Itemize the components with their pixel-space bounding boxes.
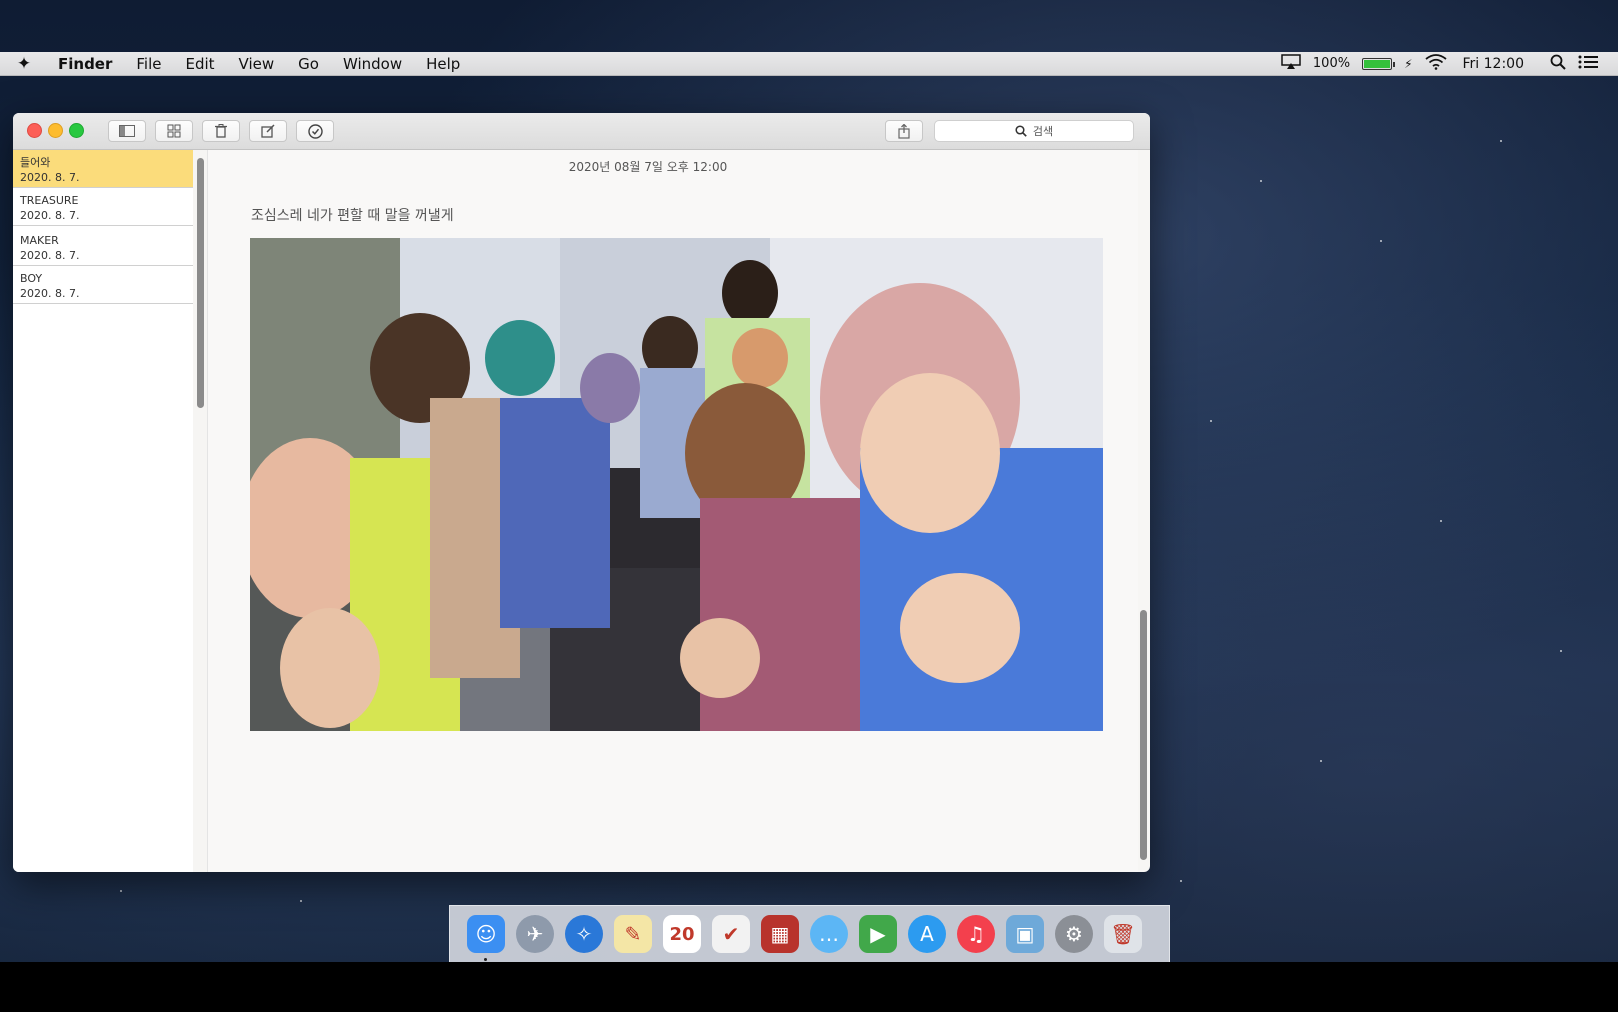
search-icon [1015, 125, 1027, 137]
messages-glyph: … [819, 922, 839, 946]
notes-glyph: ✎ [624, 922, 642, 946]
facetime-icon[interactable]: ▶ [859, 915, 897, 953]
reminders-glyph: ✔ [722, 922, 740, 946]
menu-window[interactable]: Window [343, 55, 402, 73]
note-editor-scroll-thumb[interactable] [1140, 610, 1147, 860]
note-title: TREASURE [20, 194, 79, 207]
menu-help[interactable]: Help [426, 55, 460, 73]
note-date: 2020. 8. 7. [20, 249, 80, 262]
system-preferences-icon[interactable]: ⚙ [1055, 915, 1093, 953]
photo-booth-glyph: ▦ [770, 922, 790, 946]
notes-search-field[interactable]: 검색 [934, 120, 1134, 142]
finder-icon[interactable]: ☺ [467, 915, 505, 961]
launchpad-glyph: ✈ [526, 922, 544, 946]
note-list-item[interactable]: MAKER 2020. 8. 7. [13, 228, 193, 266]
app-store-glyph: A [920, 922, 934, 946]
menu-go[interactable]: Go [298, 55, 319, 73]
note-title: BOY [20, 272, 43, 285]
new-note-button[interactable] [249, 120, 287, 142]
status-area: 100% ⚡ Fri 12:00 [1281, 52, 1598, 75]
grid-icon [167, 124, 181, 138]
note-photo [250, 238, 1103, 731]
menu-view[interactable]: View [239, 55, 275, 73]
share-icon [898, 123, 910, 139]
trash-icon[interactable]: 🗑 [1104, 915, 1142, 953]
safari-glyph: ✧ [575, 922, 593, 946]
note-timestamp: 2020년 08월 7일 오후 12:00 [568, 160, 728, 174]
note-editor[interactable]: 2020년 08월 7일 오후 12:00 조심스레 네가 편할 때 말을 꺼낼… [208, 150, 1138, 872]
menu-bar: ✦ Finder File Edit View Go Window Help 1… [0, 52, 1618, 76]
trash-icon [215, 124, 227, 138]
search-placeholder: 검색 [1032, 125, 1054, 138]
clock[interactable]: Fri 12:00 [1463, 56, 1524, 72]
battery-icon[interactable] [1362, 57, 1396, 70]
menu-edit[interactable]: Edit [185, 55, 214, 73]
apple-menu-icon[interactable]: ✦ [16, 54, 32, 74]
checklist-button[interactable] [296, 120, 334, 142]
messages-icon[interactable]: … [810, 915, 848, 953]
photo-booth-icon[interactable]: ▦ [761, 915, 799, 953]
dock: ☺ ✈ ✧ ✎ 20 ✔ ▦ … ▶ A ♫ ▣ ⚙ 🗑 [449, 905, 1170, 962]
running-indicator [484, 958, 487, 961]
note-date: 2020. 8. 7. [20, 171, 80, 184]
zoom-window-button[interactable] [69, 123, 84, 138]
note-title: MAKER [20, 234, 59, 247]
music-glyph: ♫ [967, 922, 985, 946]
trash-glyph: 🗑 [1110, 922, 1136, 946]
note-list-item[interactable]: TREASURE 2020. 8. 7. [13, 188, 193, 226]
window-toolbar: 검색 [13, 113, 1150, 150]
notes-window: 검색 들어와 2020. 8. 7. TREASURE 2020. 8. 7. … [13, 113, 1150, 872]
note-date: 2020. 8. 7. [20, 209, 80, 222]
checkmark-circle-icon [307, 123, 323, 139]
calendar-icon[interactable]: 20 [663, 915, 701, 953]
delete-note-button[interactable] [202, 120, 240, 142]
spotlight-search-icon[interactable] [1550, 54, 1566, 74]
music-icon[interactable]: ♫ [957, 915, 995, 953]
launchpad-icon[interactable]: ✈ [516, 915, 554, 953]
close-window-button[interactable] [27, 123, 42, 138]
notes-icon[interactable]: ✎ [614, 915, 652, 953]
notes-list-scroll-thumb[interactable] [197, 158, 204, 408]
charging-bolt-icon: ⚡ [1404, 56, 1413, 71]
battery-percent: 100% [1312, 56, 1351, 71]
gallery-view-button[interactable] [155, 120, 193, 142]
reminders-icon[interactable]: ✔ [712, 915, 750, 953]
calendar-glyph: 20 [669, 923, 695, 945]
wifi-icon[interactable] [1424, 53, 1447, 74]
note-date: 2020. 8. 7. [20, 287, 80, 300]
note-list-item[interactable]: 들어와 2020. 8. 7. [13, 150, 193, 188]
minimize-window-button[interactable] [48, 123, 63, 138]
sidebar-icon [119, 125, 135, 137]
note-list-item[interactable]: BOY 2020. 8. 7. [13, 266, 193, 304]
note-title: 들어와 [20, 156, 51, 169]
compose-icon [261, 124, 275, 138]
menu-finder[interactable]: Finder [58, 55, 112, 73]
system-preferences-glyph: ⚙ [1065, 922, 1083, 946]
notes-list-scrollbar[interactable] [193, 150, 208, 872]
airplay-icon[interactable] [1281, 53, 1301, 74]
app-store-icon[interactable]: A [908, 915, 946, 953]
toggle-sidebar-button[interactable] [108, 120, 146, 142]
preview-glyph: ▣ [1015, 922, 1035, 946]
facetime-glyph: ▶ [870, 922, 886, 946]
finder-glyph: ☺ [475, 922, 497, 946]
menu-file[interactable]: File [136, 55, 161, 73]
note-body-text[interactable]: 조심스레 네가 편할 때 말을 꺼낼게 [251, 205, 454, 225]
share-button[interactable] [885, 120, 923, 142]
notification-center-icon[interactable] [1578, 55, 1598, 73]
safari-icon[interactable]: ✧ [565, 915, 603, 953]
preview-icon[interactable]: ▣ [1006, 915, 1044, 953]
notes-list: 들어와 2020. 8. 7. TREASURE 2020. 8. 7. MAK… [13, 150, 194, 872]
